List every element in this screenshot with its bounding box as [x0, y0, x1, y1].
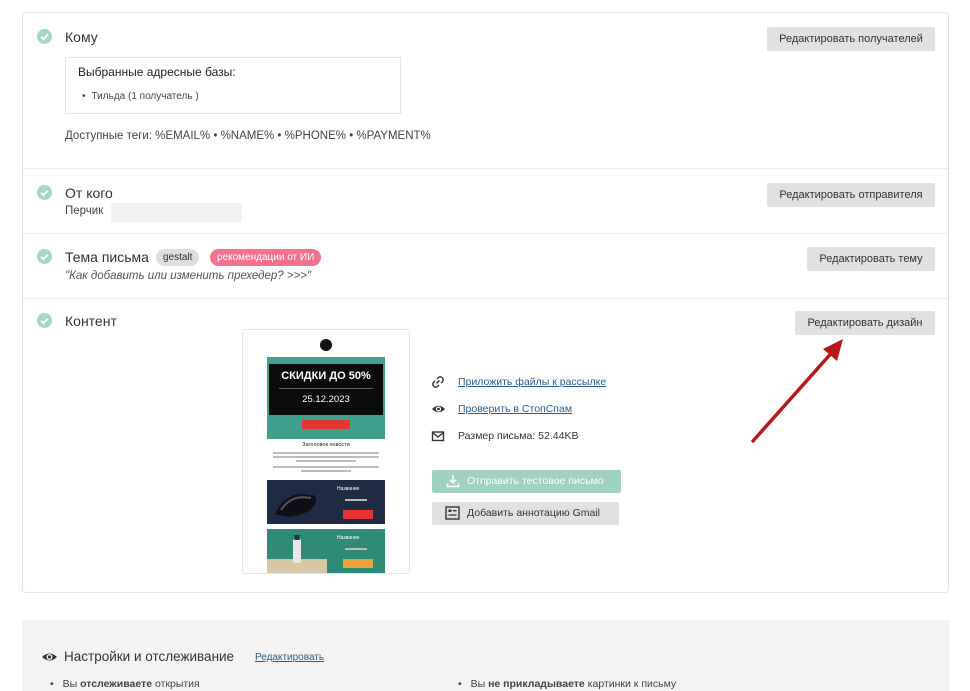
preview-hero-banner: СКИДКИ ДО 50% 25.12.2023: [267, 357, 385, 439]
preview-text-line: [301, 470, 351, 472]
eye-icon: [42, 653, 57, 661]
preview-news-title: Заголовок новости: [302, 442, 350, 448]
gmail-annotation-button[interactable]: Добавить аннотацию Gmail: [432, 502, 619, 525]
preview-product-name: Название: [337, 535, 360, 541]
address-books-box: Выбранные адресные базы: Тильда (1 получ…: [65, 57, 401, 114]
preview-divider: [279, 388, 373, 389]
preview-sale-text: СКИДКИ ДО 50%: [281, 370, 371, 382]
preview-text-line: [273, 456, 379, 458]
campaign-card: Кому Редактировать получателей Выбранные…: [22, 12, 949, 593]
gmail-annotation-label: Добавить аннотацию Gmail: [467, 507, 600, 519]
annotation-icon: [445, 506, 460, 520]
download-icon: [446, 475, 460, 488]
product-image-headphones: [275, 494, 316, 517]
preview-product-card: Название: [267, 529, 385, 573]
preview-cta-button: [302, 420, 350, 429]
red-arrow-annotation: [751, 339, 843, 443]
sender-title: От кого: [65, 185, 113, 201]
item-bold: отслеживаете: [80, 678, 153, 690]
item-post: открытия: [152, 678, 200, 690]
available-tags: Доступные теги: %EMAIL% • %NAME% • %PHON…: [65, 130, 431, 142]
envelope-icon: [431, 431, 445, 442]
preview-logo: [320, 339, 332, 351]
product-image-bottle: [267, 535, 327, 573]
edit-sender-button[interactable]: Редактировать отправителя: [767, 183, 935, 207]
edit-subject-button[interactable]: Редактировать тему: [807, 247, 935, 271]
check-icon: [37, 313, 52, 328]
preview-text-line: [296, 460, 356, 462]
tracking-opens-item: Вы отслеживаете открытия: [50, 678, 200, 690]
check-icon: [37, 29, 52, 44]
preview-product-button: [343, 559, 373, 568]
preview-product-price: [345, 499, 367, 501]
preview-sale-block: СКИДКИ ДО 50% 25.12.2023: [269, 364, 383, 415]
send-test-label: Отправить тестовое письмо: [467, 475, 604, 487]
preview-product-button: [343, 510, 373, 519]
preview-text-line: [273, 452, 379, 454]
email-size-label: Размер письма: 52.44KB: [458, 430, 579, 442]
preview-date: 25.12.2023: [302, 394, 350, 405]
recipients-section: Кому Редактировать получателей Выбранные…: [23, 13, 948, 169]
content-title: Контент: [65, 313, 117, 329]
sender-name: Перчик: [65, 205, 104, 217]
check-icon: [37, 185, 52, 200]
ai-recommendations-badge[interactable]: рекомендации от ИИ: [210, 249, 322, 266]
settings-tracking-panel: Настройки и отслеживание Редактировать В…: [22, 620, 949, 691]
eye-icon: [432, 405, 445, 413]
link-icon: [432, 376, 444, 388]
stopspam-link[interactable]: Проверить в СтопСпам: [458, 403, 572, 415]
item-pre: Вы: [62, 678, 81, 690]
email-preview[interactable]: СКИДКИ ДО 50% 25.12.2023 Заголовок новос…: [242, 329, 410, 574]
item-pre: Вы: [470, 678, 489, 690]
item-post: картинки к письму: [584, 678, 677, 690]
images-attach-item: Вы не прикладываете картинки к письму: [458, 678, 677, 690]
preview-text-line: [273, 466, 379, 468]
attach-files-link[interactable]: Приложить файлы к рассылке: [458, 376, 606, 388]
send-test-email-button[interactable]: Отправить тестовое письмо: [432, 470, 621, 493]
address-books-title: Выбранные адресные базы:: [78, 65, 236, 79]
sender-section: От кого Редактировать отправителя Перчик: [23, 169, 948, 234]
subject-title: Тема письма: [65, 249, 149, 265]
settings-edit-link[interactable]: Редактировать: [255, 652, 324, 663]
preview-product-name: Название: [337, 486, 360, 492]
item-bold: не прикладываете: [488, 678, 585, 690]
check-icon: [37, 249, 52, 264]
edit-recipients-button[interactable]: Редактировать получателей: [767, 27, 935, 51]
preheader-text[interactable]: "Как добавить или изменить прехедер? >>>…: [65, 270, 311, 282]
address-book-item: Тильда (1 получатель ): [82, 91, 199, 102]
subject-section: Тема письма gestalt рекомендации от ИИ "…: [23, 234, 948, 299]
preview-product-card: Название: [267, 480, 385, 524]
blurred-sender-email: [111, 203, 242, 222]
recipients-title: Кому: [65, 29, 98, 45]
gestalt-badge: gestalt: [156, 249, 200, 266]
preview-product-price: [345, 548, 367, 550]
settings-title: Настройки и отслеживание: [64, 649, 235, 664]
